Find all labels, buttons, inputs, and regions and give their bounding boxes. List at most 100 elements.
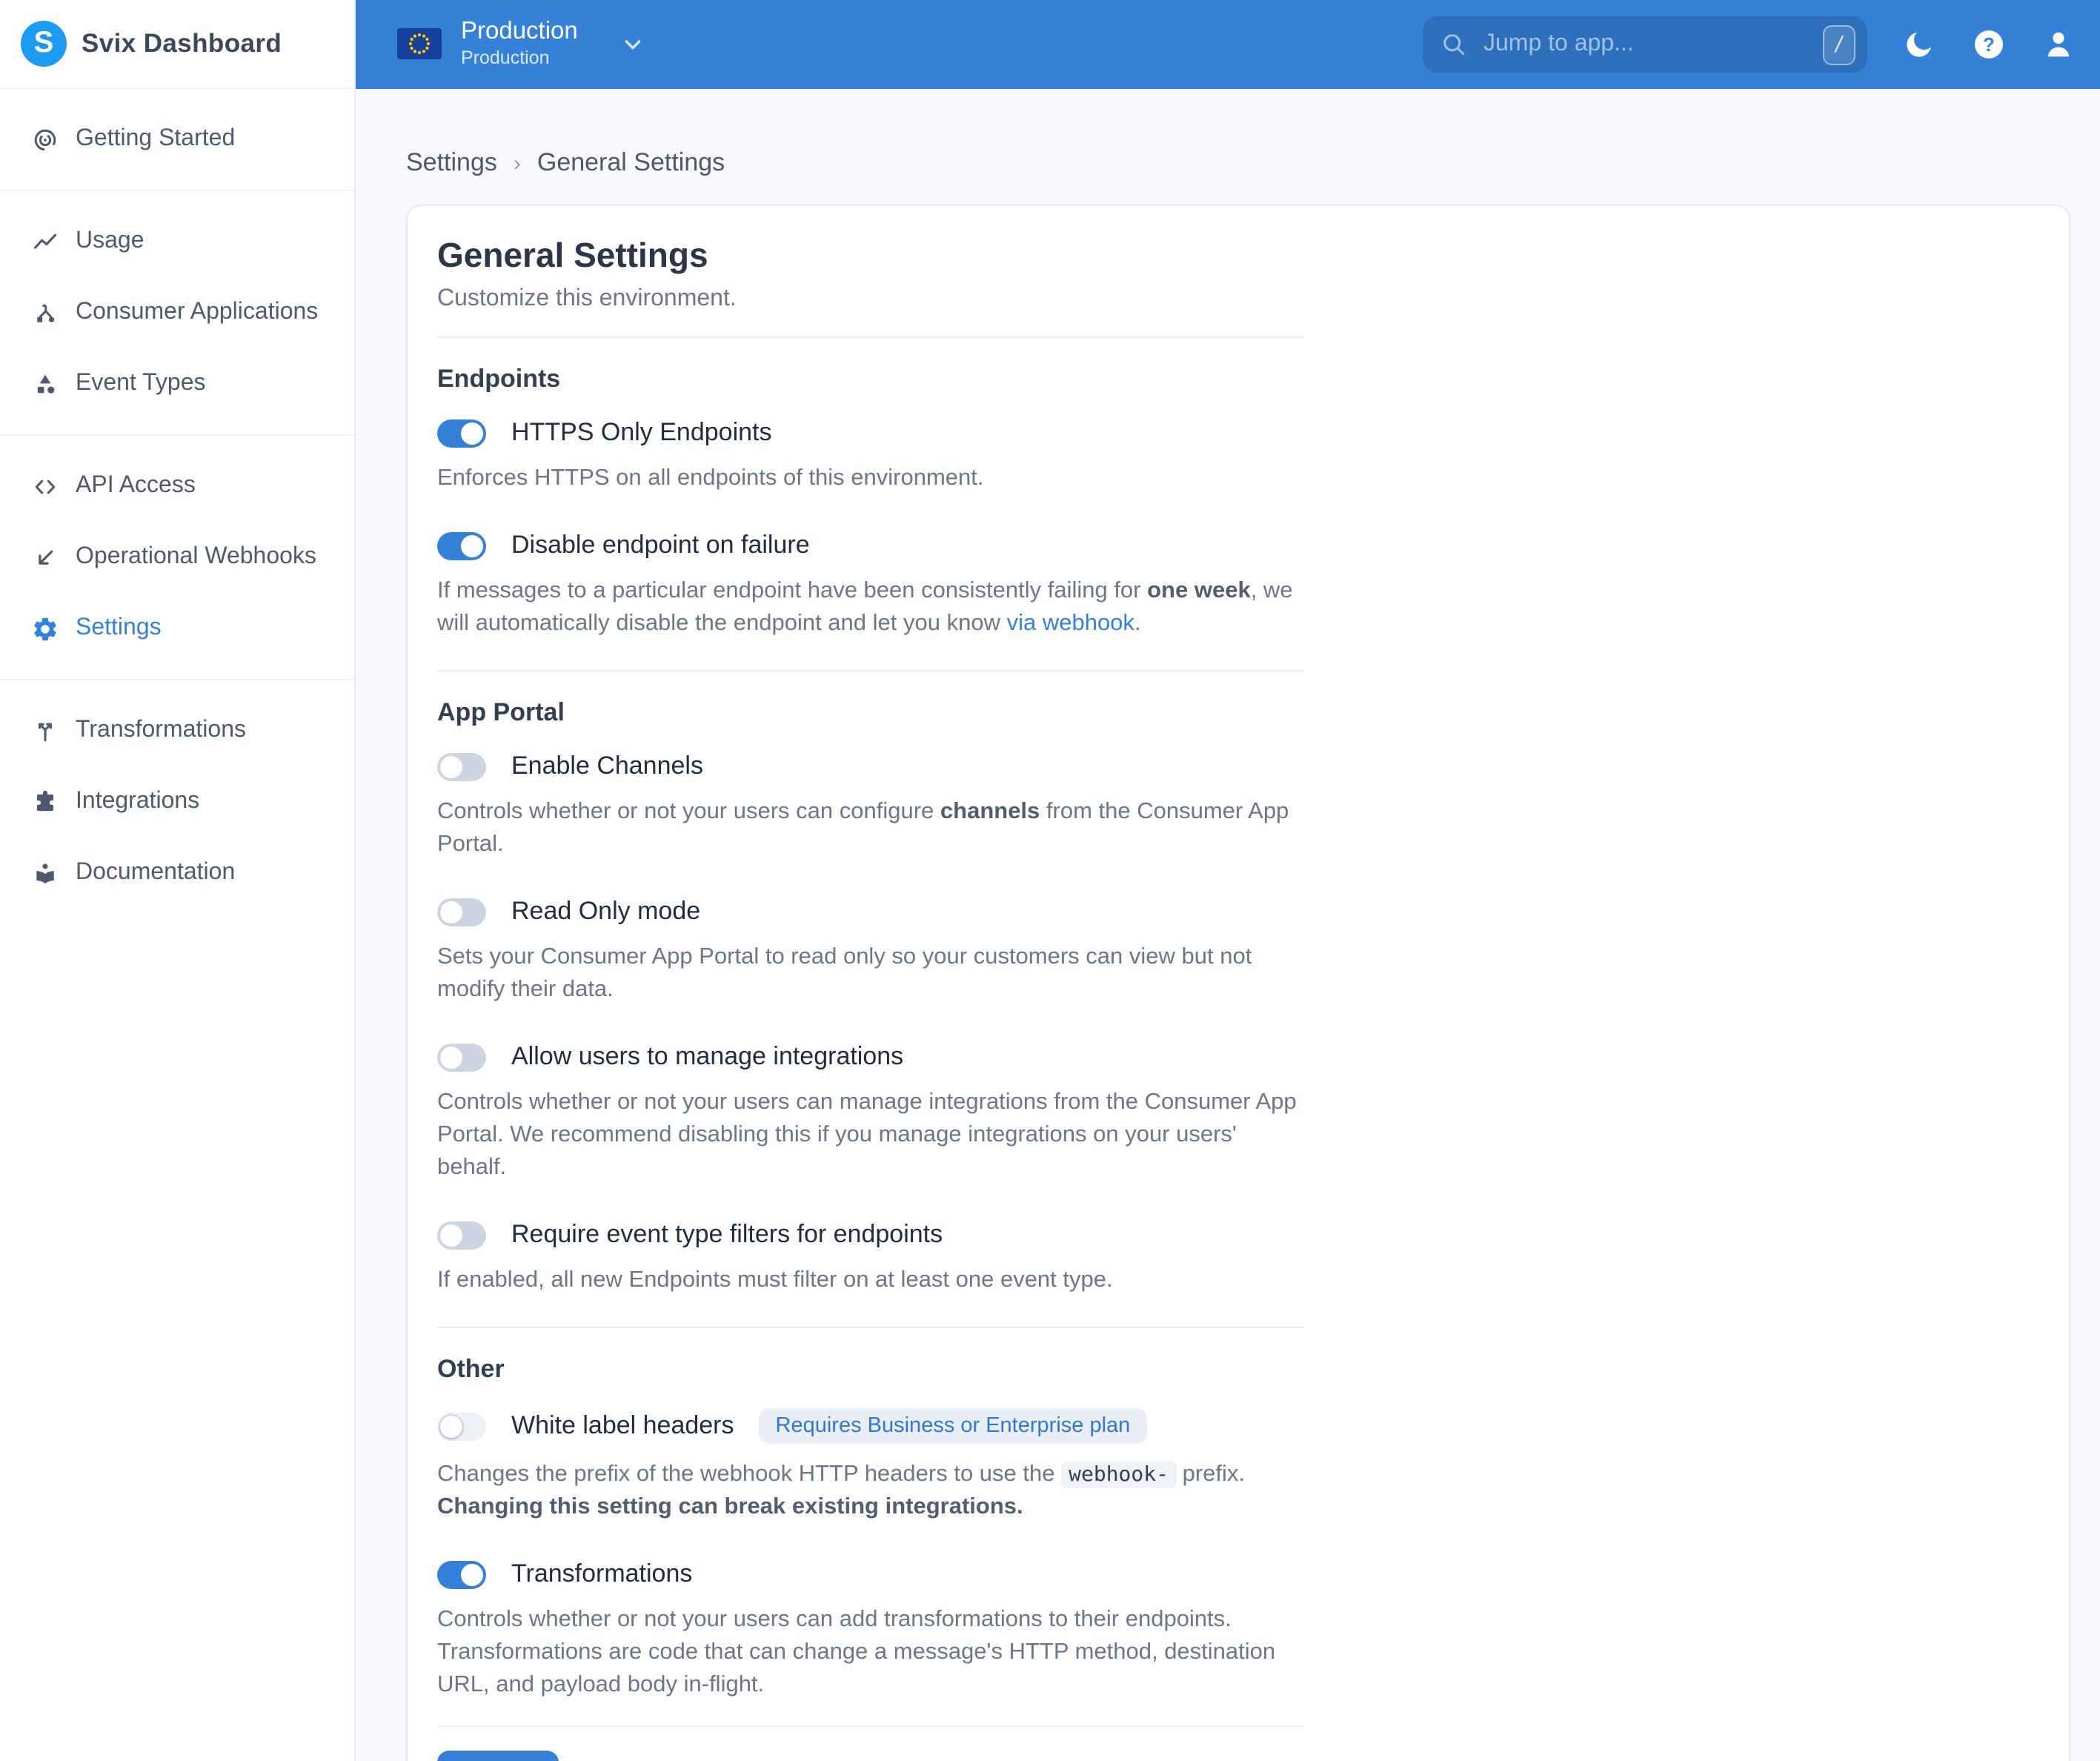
section-heading: Endpoints bbox=[437, 365, 1304, 394]
nav-group: API Access Operational Webhooks bbox=[0, 436, 354, 680]
dark-mode-toggle-button[interactable] bbox=[1900, 26, 1937, 63]
environment-name: Production bbox=[461, 19, 578, 48]
arrow-down-left-icon bbox=[31, 543, 59, 571]
sidebar-item-label: Integrations bbox=[76, 789, 199, 815]
sidebar: S Svix Dashboard Getting Started bbox=[0, 0, 356, 1761]
breadcrumb: Settings › General Settings bbox=[406, 148, 2070, 178]
split-nodes-icon bbox=[31, 299, 59, 327]
environment-labels: Production Production bbox=[461, 19, 578, 71]
sidebar-item-integrations[interactable]: Integrations bbox=[0, 766, 354, 838]
setting-disable-endpoint-on-failure: Disable endpoint on failure If messages … bbox=[437, 531, 1304, 640]
page-title: General Settings bbox=[437, 236, 1304, 276]
enable-channels-toggle[interactable] bbox=[437, 752, 486, 780]
sidebar-item-operational-webhooks[interactable]: Operational Webhooks bbox=[0, 522, 354, 593]
setting-description: Controls whether or not your users can a… bbox=[437, 1604, 1304, 1702]
question-mark-icon: ? bbox=[1970, 27, 2006, 62]
read-only-mode-toggle[interactable] bbox=[437, 898, 486, 926]
environment-picker[interactable]: Production Production bbox=[397, 19, 645, 71]
sidebar-item-api-access[interactable]: API Access bbox=[0, 451, 354, 522]
sidebar-item-label: Event Types bbox=[76, 371, 206, 397]
gear-icon bbox=[31, 614, 59, 643]
sidebar-nav: Getting Started Usage bbox=[0, 89, 354, 923]
setting-label: Transformations bbox=[511, 1559, 692, 1589]
help-button[interactable]: ? bbox=[1970, 26, 2007, 63]
shapes-icon bbox=[31, 370, 59, 398]
topbar: Production Production / bbox=[356, 0, 2100, 89]
sidebar-item-documentation[interactable]: Documentation bbox=[0, 838, 354, 909]
setting-label: Read Only mode bbox=[511, 897, 700, 926]
nav-group: Getting Started bbox=[0, 89, 354, 191]
spiral-target-icon bbox=[31, 125, 59, 153]
sidebar-item-label: Documentation bbox=[76, 860, 235, 886]
environment-sub-label: Production bbox=[461, 47, 578, 70]
svix-logo-icon: S bbox=[21, 21, 67, 67]
topbar-actions: / ? bbox=[1423, 16, 2076, 73]
search-icon bbox=[1441, 31, 1467, 58]
user-menu-button[interactable] bbox=[2039, 26, 2076, 63]
white-label-headers-toggle[interactable] bbox=[437, 1412, 486, 1440]
section-endpoints: Endpoints HTTPS Only Endpoints Enforces … bbox=[437, 338, 1304, 640]
setting-description: Controls whether or not your users can c… bbox=[437, 796, 1304, 861]
disable-endpoint-on-failure-toggle[interactable] bbox=[437, 531, 486, 560]
chevron-down-icon bbox=[621, 33, 645, 56]
nav-group: Usage Consumer Applications bbox=[0, 191, 354, 436]
sidebar-item-label: Usage bbox=[76, 228, 144, 255]
search-input[interactable] bbox=[1481, 30, 1810, 59]
section-other: Other White label headers Requires Busin… bbox=[437, 1328, 1304, 1702]
transformations-toggle[interactable] bbox=[437, 1560, 486, 1588]
manage-integrations-toggle[interactable] bbox=[437, 1043, 486, 1071]
sidebar-item-label: Getting Started bbox=[76, 126, 235, 153]
setting-label: HTTPS Only Endpoints bbox=[511, 418, 772, 448]
main-content: Settings › General Settings General Sett… bbox=[356, 89, 2100, 1761]
section-app-portal: App Portal Enable Channels Controls whet… bbox=[437, 671, 1304, 1297]
slash-shortcut-badge: / bbox=[1823, 24, 1855, 64]
nav-group: Transformations Integrations bbox=[0, 680, 354, 923]
app-logo-row: S Svix Dashboard bbox=[0, 0, 354, 89]
moon-icon bbox=[1901, 27, 1935, 62]
section-heading: Other bbox=[437, 1355, 1304, 1384]
split-arrows-icon bbox=[31, 717, 59, 745]
eu-flag-icon bbox=[397, 29, 442, 60]
sidebar-item-label: Consumer Applications bbox=[76, 299, 318, 326]
setting-enable-channels: Enable Channels Controls whether or not … bbox=[437, 752, 1304, 861]
page-subtitle: Customize this environment. bbox=[437, 286, 1304, 313]
setting-description: Sets your Consumer App Portal to read on… bbox=[437, 941, 1304, 1006]
user-icon bbox=[2040, 27, 2076, 62]
setting-https-only-endpoints: HTTPS Only Endpoints Enforces HTTPS on a… bbox=[437, 418, 1304, 495]
sidebar-item-getting-started[interactable]: Getting Started bbox=[0, 104, 354, 175]
setting-label: White label headers bbox=[511, 1411, 734, 1441]
sidebar-item-settings[interactable]: Settings bbox=[0, 593, 354, 664]
setting-description: Changes the prefix of the webhook HTTP h… bbox=[437, 1459, 1304, 1524]
save-button[interactable]: Save bbox=[437, 1751, 558, 1761]
setting-label: Require event type filters for endpoints bbox=[511, 1220, 943, 1250]
section-heading: App Portal bbox=[437, 698, 1304, 728]
code-brackets-icon bbox=[31, 472, 59, 500]
setting-description: Enforces HTTPS on all endpoints of this … bbox=[437, 462, 1304, 495]
sidebar-item-label: Operational Webhooks bbox=[76, 544, 316, 571]
plan-requirement-badge: Requires Business or Enterprise plan bbox=[760, 1408, 1147, 1444]
https-only-endpoints-toggle[interactable] bbox=[437, 419, 486, 447]
setting-transformations: Transformations Controls whether or not … bbox=[437, 1559, 1304, 1702]
setting-white-label-headers: White label headers Requires Business or… bbox=[437, 1408, 1304, 1524]
setting-require-event-type-filters: Require event type filters for endpoints… bbox=[437, 1220, 1304, 1297]
sidebar-item-usage[interactable]: Usage bbox=[0, 206, 354, 277]
via-webhook-link[interactable]: via webhook bbox=[1007, 611, 1134, 636]
puzzle-icon bbox=[31, 788, 59, 816]
sidebar-item-consumer-applications[interactable]: Consumer Applications bbox=[0, 277, 354, 348]
setting-allow-users-manage-integrations: Allow users to manage integrations Contr… bbox=[437, 1042, 1304, 1184]
jump-to-app-search: / bbox=[1423, 16, 1867, 73]
svg-text:?: ? bbox=[1982, 33, 1994, 56]
breadcrumb-settings[interactable]: Settings bbox=[406, 148, 497, 178]
require-event-type-filters-toggle[interactable] bbox=[437, 1221, 486, 1249]
sidebar-item-label: Settings bbox=[76, 615, 162, 642]
sidebar-item-transformations[interactable]: Transformations bbox=[0, 695, 354, 766]
setting-description: If enabled, all new Endpoints must filte… bbox=[437, 1264, 1304, 1297]
breadcrumb-separator: › bbox=[514, 150, 521, 176]
general-settings-card: General Settings Customize this environm… bbox=[406, 205, 2070, 1761]
setting-label: Disable endpoint on failure bbox=[511, 531, 810, 560]
setting-label: Enable Channels bbox=[511, 752, 703, 781]
webhook-prefix-code: webhook- bbox=[1061, 1462, 1176, 1488]
book-reader-icon bbox=[31, 859, 59, 887]
breadcrumb-general-settings: General Settings bbox=[537, 148, 725, 178]
sidebar-item-event-types[interactable]: Event Types bbox=[0, 348, 354, 419]
